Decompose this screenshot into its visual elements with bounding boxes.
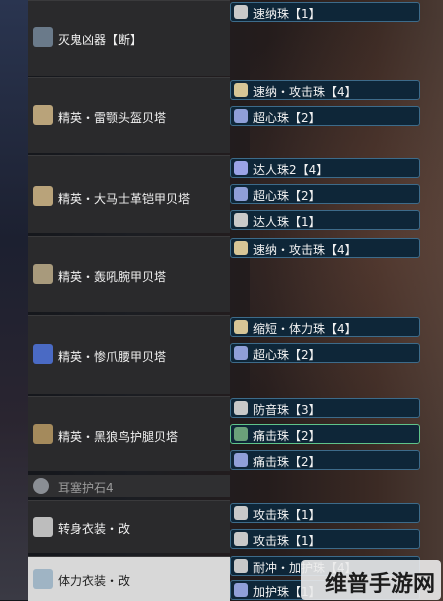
jewel-icon xyxy=(234,83,248,97)
waist-armor-icon xyxy=(33,344,53,364)
equipment-name: 精英・黑狼鸟护腿贝塔 xyxy=(58,430,179,444)
mantle-icon xyxy=(33,569,53,589)
jewel-icon xyxy=(234,346,248,360)
jewel-icon xyxy=(234,506,248,520)
jewel-slot[interactable]: 缩短・体力珠【4】 xyxy=(230,317,420,337)
equipment-row-head[interactable]: 精英・雷颚头盔贝塔 xyxy=(28,77,230,153)
jewel-slot[interactable]: 达人珠【1】 xyxy=(230,210,420,230)
jewel-icon xyxy=(234,532,248,546)
jewel-slot[interactable]: 速纳珠【1】 xyxy=(230,2,420,22)
equipment-name: 灭鬼凶器【断】 xyxy=(58,33,143,47)
jewel-slot[interactable]: 痛击珠【2】 xyxy=(230,424,420,444)
jewel-slot[interactable]: 超心珠【2】 xyxy=(230,106,420,126)
equipment-name: 精英・惨爪腰甲贝塔 xyxy=(58,350,167,364)
jewel-icon xyxy=(234,109,248,123)
equipment-row-mantle-1[interactable]: 转身衣装・改 xyxy=(28,500,230,553)
jewel-icon xyxy=(234,241,248,255)
jewel-icon xyxy=(234,559,248,573)
jewel-slot[interactable]: 速纳・攻击珠【4】 xyxy=(230,238,420,258)
equipment-name: 转身衣装・改 xyxy=(58,522,131,536)
equipment-row-legs[interactable]: 精英・黑狼鸟护腿贝塔 xyxy=(28,396,230,471)
charm-name: 耳塞护石4 xyxy=(58,481,114,495)
weapon-icon xyxy=(33,27,53,47)
equipment-row-weapon[interactable]: 灭鬼凶器【断】 xyxy=(28,0,230,76)
jewel-icon xyxy=(234,187,248,201)
jewel-icon xyxy=(234,453,248,467)
jewel-slot[interactable]: 超心珠【2】 xyxy=(230,184,420,204)
jewel-icon xyxy=(234,401,248,415)
jewel-icon xyxy=(234,583,248,597)
watermark-text: 维普手游网 xyxy=(324,572,435,597)
jewel-icon xyxy=(234,161,248,175)
equipment-name: 精英・轰吼腕甲贝塔 xyxy=(58,270,167,284)
jewel-slot[interactable]: 防音珠【3】 xyxy=(230,398,420,418)
charm-icon xyxy=(33,478,49,494)
jewel-slot[interactable]: 达人珠2【4】 xyxy=(230,158,420,178)
helmet-icon xyxy=(33,105,53,125)
equipment-name: 精英・大马士革铠甲贝塔 xyxy=(58,192,191,206)
jewel-slot[interactable]: 攻击珠【1】 xyxy=(230,529,420,549)
equipment-row-mantle-2[interactable]: 体力衣装・改 xyxy=(28,556,230,601)
equipment-name: 精英・雷颚头盔贝塔 xyxy=(58,111,167,125)
equipment-name: 体力衣装・改 xyxy=(58,574,131,588)
equipment-row-waist[interactable]: 精英・惨爪腰甲贝塔 xyxy=(28,315,230,394)
jewel-icon xyxy=(234,5,248,19)
chest-armor-icon xyxy=(33,186,53,206)
watermark: 维普手游网 xyxy=(301,560,441,600)
jewel-icon xyxy=(234,427,248,441)
mantle-icon xyxy=(33,517,53,537)
jewel-slot[interactable]: 超心珠【2】 xyxy=(230,343,420,363)
equipment-row-chest[interactable]: 精英・大马士革铠甲贝塔 xyxy=(28,155,230,233)
jewel-icon xyxy=(234,213,248,227)
background-left-edge xyxy=(0,0,28,600)
jewel-slot[interactable]: 痛击珠【2】 xyxy=(230,450,420,470)
jewel-icon xyxy=(234,320,248,334)
equipment-row-charm[interactable]: 耳塞护石4 xyxy=(28,475,230,497)
equipment-row-arms[interactable]: 精英・轰吼腕甲贝塔 xyxy=(28,236,230,312)
arm-armor-icon xyxy=(33,264,53,284)
jewel-slot[interactable]: 速纳・攻击珠【4】 xyxy=(230,80,420,100)
leg-armor-icon xyxy=(33,424,53,444)
jewel-slot[interactable]: 攻击珠【1】 xyxy=(230,503,420,523)
